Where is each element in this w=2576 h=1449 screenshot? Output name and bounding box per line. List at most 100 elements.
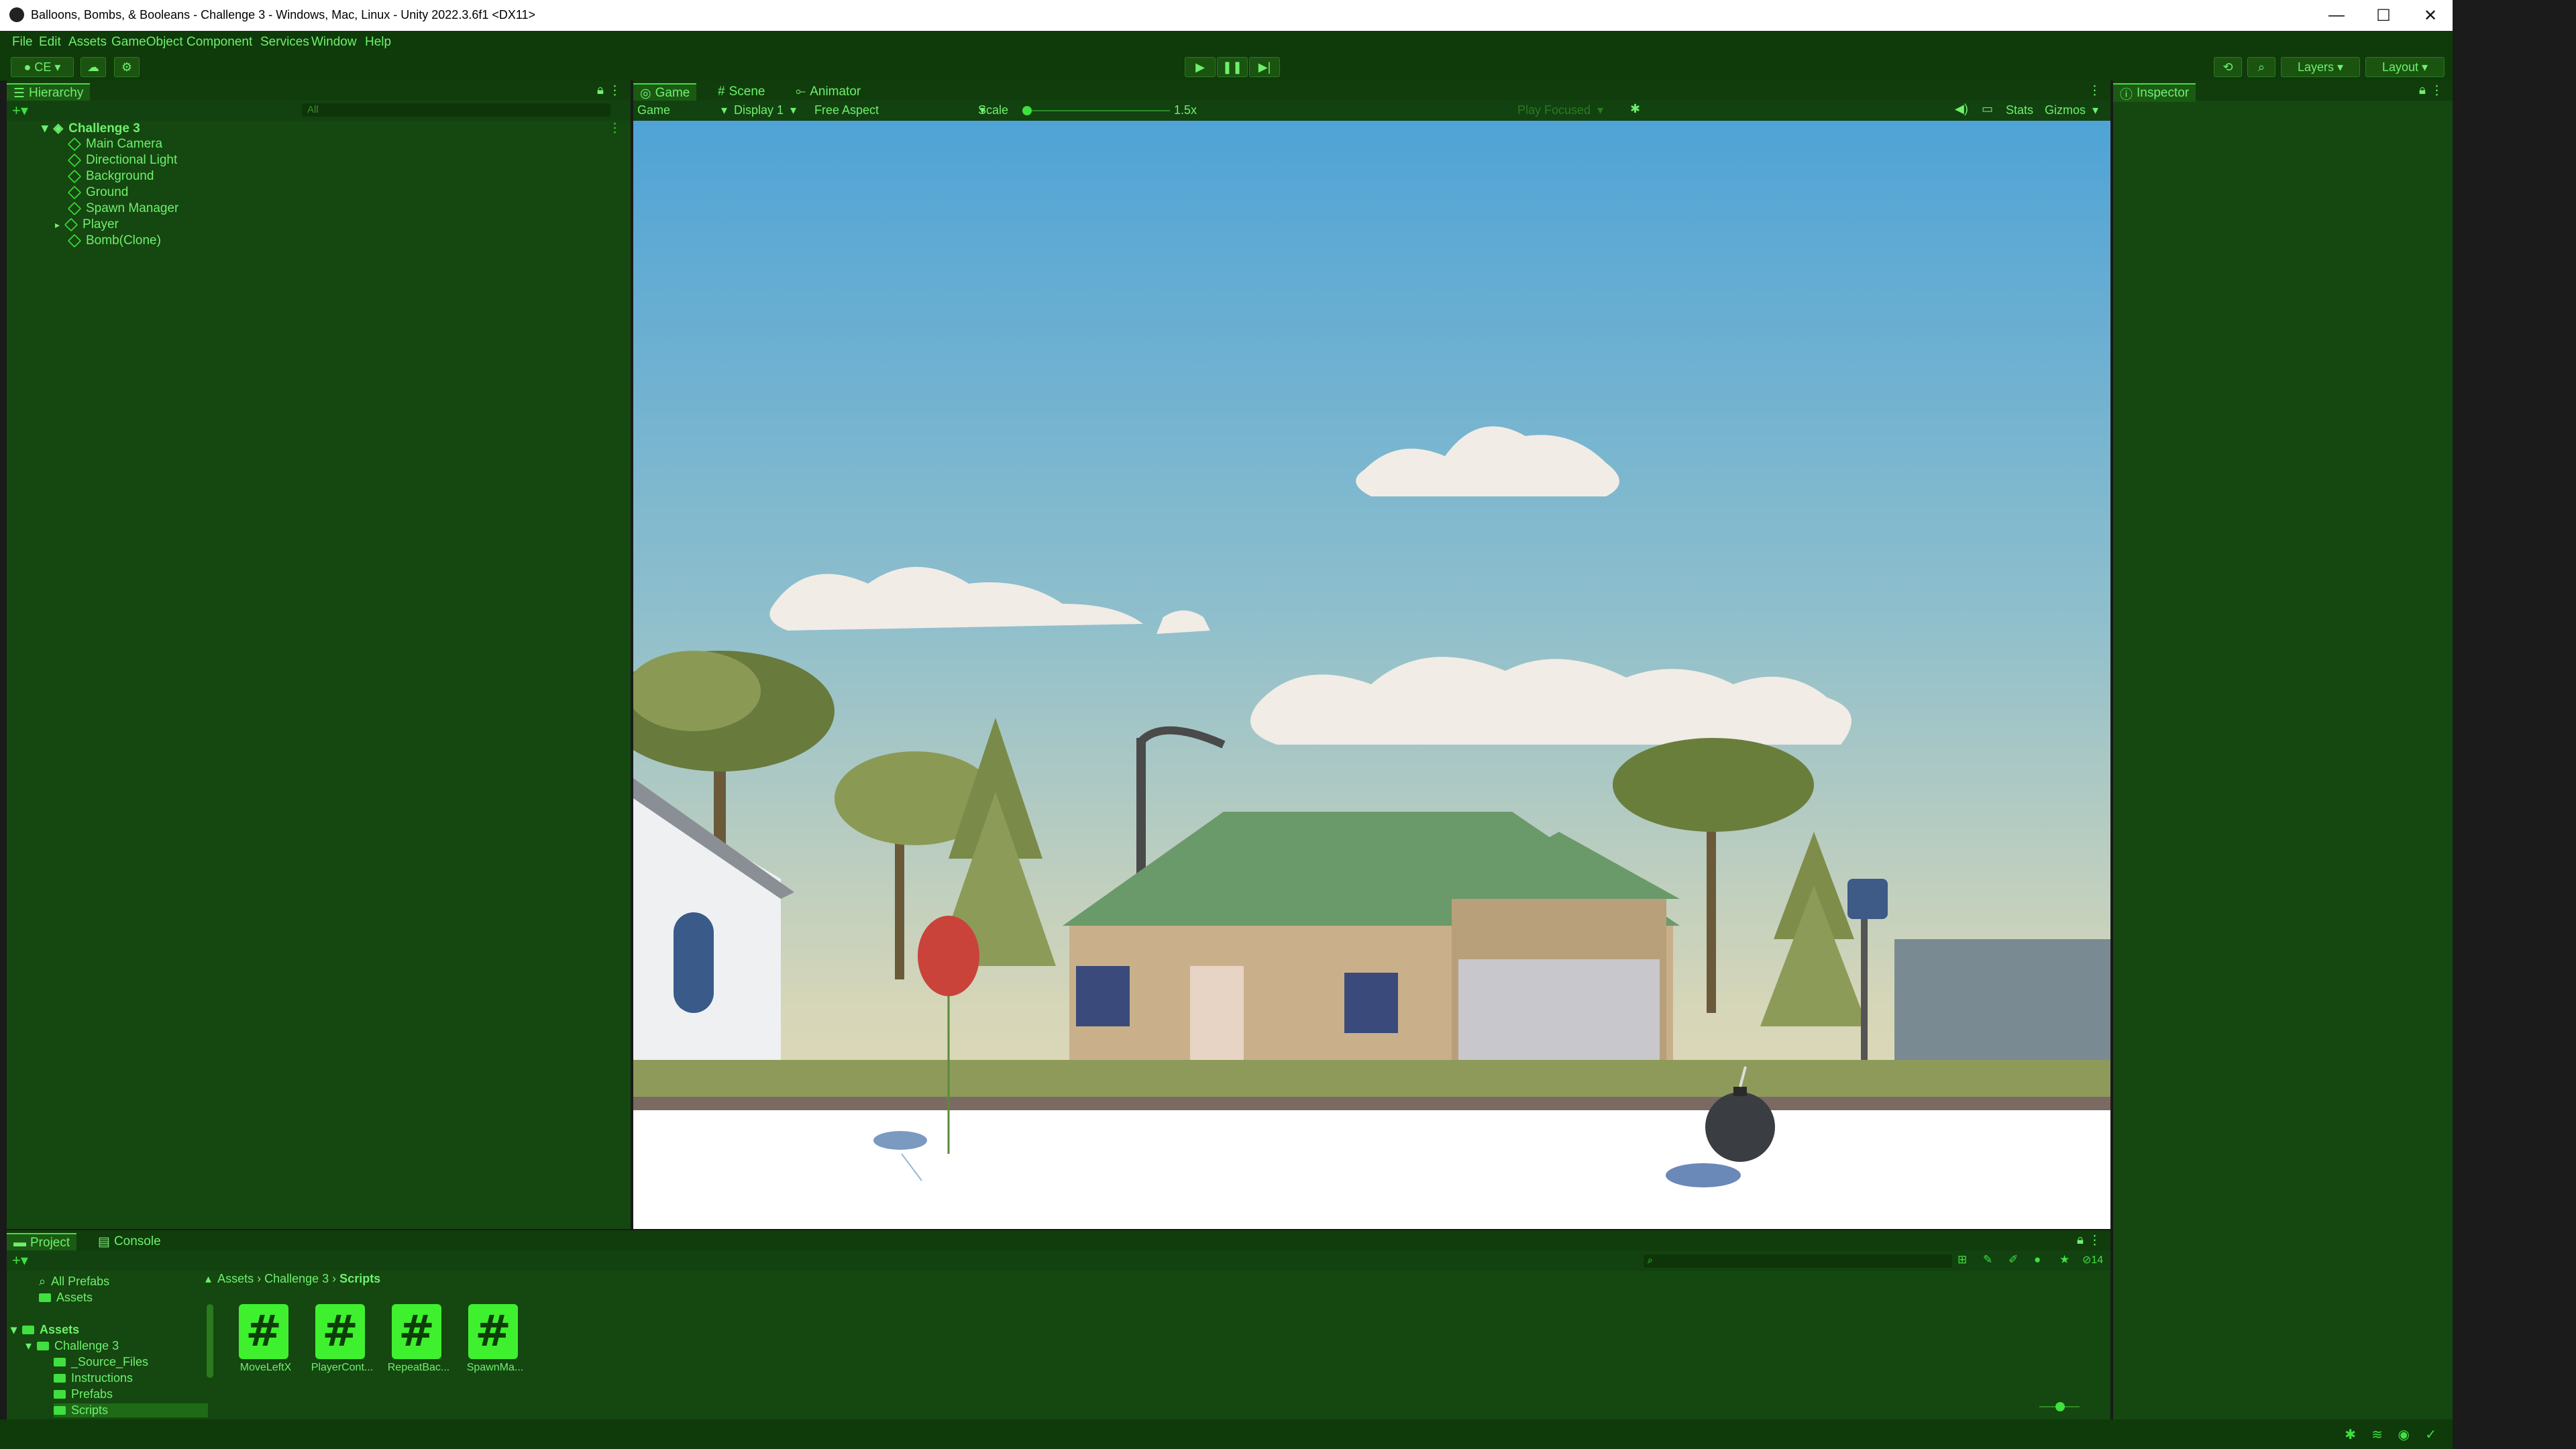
- progress-icon[interactable]: ≋: [2371, 1426, 2383, 1443]
- tree-prefabs[interactable]: Prefabs: [54, 1387, 113, 1401]
- check-icon[interactable]: ✓: [2425, 1426, 2436, 1443]
- aspect-dropdown[interactable]: Free Aspect ▾: [814, 103, 985, 117]
- scale-slider-handle[interactable]: [1022, 106, 1032, 115]
- hidden-count[interactable]: ⊘14: [2082, 1253, 2103, 1267]
- close-button[interactable]: ✕: [2407, 3, 2454, 28]
- stats-layout-icon[interactable]: ▭: [1982, 102, 1993, 116]
- folder-icon: ▬: [13, 1236, 26, 1250]
- tab-game[interactable]: ◎ Game: [633, 83, 697, 102]
- menu-services[interactable]: Services: [260, 35, 309, 50]
- tab-inspector[interactable]: ⓘ Inspector: [2113, 83, 2196, 102]
- menu-file[interactable]: File: [12, 35, 33, 50]
- display-dropdown[interactable]: Display 1 ▾: [734, 103, 796, 117]
- breadcrumb-scripts[interactable]: Scripts: [339, 1272, 380, 1285]
- hierarchy-item-bomb-clone[interactable]: Bomb(Clone): [67, 233, 161, 248]
- script-asset-repeatbackground[interactable]: # RepeatBac...: [388, 1304, 449, 1374]
- lock-icon[interactable]: 🔒︎: [2077, 1233, 2084, 1248]
- stats-button[interactable]: Stats: [2006, 103, 2033, 117]
- hierarchy-panel: ☰ Hierarchy 🔒︎ ⋮ +▾ All ▾ ◈ Challenge 3 Mai…: [7, 80, 631, 1229]
- add-button[interactable]: +▾: [12, 102, 28, 119]
- play-button[interactable]: ▶: [1185, 57, 1216, 77]
- kebab-menu-icon[interactable]: ⋮: [2088, 83, 2101, 99]
- project-search-input[interactable]: ⌕: [1644, 1254, 1952, 1268]
- collab-button[interactable]: ⚙: [114, 57, 140, 77]
- kebab-menu-icon[interactable]: ⋮: [2430, 83, 2443, 99]
- tree-source-files[interactable]: _Source_Files: [54, 1355, 148, 1369]
- hierarchy-item-spawn-manager[interactable]: Spawn Manager: [67, 201, 178, 216]
- cache-server-icon[interactable]: ◉: [2398, 1426, 2410, 1443]
- tree-instructions[interactable]: Instructions: [54, 1371, 133, 1385]
- kebab-menu-icon[interactable]: ⋮: [608, 83, 621, 99]
- console-icon: ▤: [98, 1234, 110, 1249]
- menu-edit[interactable]: Edit: [39, 35, 61, 50]
- tree-challenge-3[interactable]: ▾ Challenge 3: [25, 1339, 119, 1353]
- hierarchy-item-ground[interactable]: Ground: [67, 185, 128, 200]
- menu-assets[interactable]: Assets: [68, 35, 107, 50]
- account-button[interactable]: ● CE ▾: [11, 57, 74, 77]
- layers-dropdown[interactable]: Layers ▾: [2281, 57, 2360, 77]
- minimize-button[interactable]: —: [2313, 3, 2360, 28]
- filter-tag-icon[interactable]: ✐: [2008, 1253, 2018, 1267]
- menu-window[interactable]: Window: [311, 35, 357, 50]
- script-label: RepeatBac...: [387, 1362, 450, 1373]
- menu-component[interactable]: Component: [186, 35, 252, 50]
- breadcrumb-challenge-3[interactable]: Challenge 3: [264, 1272, 329, 1285]
- play-focused-dropdown[interactable]: Play Focused ▾: [1517, 103, 1603, 117]
- hierarchy-item-main-camera[interactable]: Main Camera: [67, 137, 162, 152]
- gizmos-dropdown[interactable]: Gizmos ▾: [2045, 103, 2098, 117]
- favorite-all-prefabs[interactable]: ⌕ All Prefabs: [39, 1275, 109, 1289]
- hierarchy-search-input[interactable]: All: [302, 103, 610, 117]
- breadcrumb-assets[interactable]: Assets: [217, 1272, 254, 1285]
- scene-label: Challenge 3: [68, 121, 140, 136]
- cloud-button[interactable]: ☁: [80, 57, 106, 77]
- search-button[interactable]: ⌕: [2247, 57, 2275, 77]
- pause-button[interactable]: ❚❚: [1217, 57, 1248, 77]
- folder-open-icon: [22, 1326, 35, 1334]
- tab-animator[interactable]: ⟜ Animator: [796, 83, 861, 101]
- scene-menu-icon[interactable]: ⋮: [608, 121, 621, 136]
- tab-scene[interactable]: # Scene: [718, 83, 765, 101]
- menu-help[interactable]: Help: [365, 35, 391, 50]
- layout-dropdown[interactable]: Layout ▾: [2365, 57, 2445, 77]
- hierarchy-search-bar: +▾ All: [7, 101, 631, 121]
- kebab-menu-icon[interactable]: ⋮: [2088, 1233, 2101, 1248]
- hierarchy-header: ☰ Hierarchy 🔒︎ ⋮: [7, 80, 631, 102]
- step-button[interactable]: ▶|: [1249, 57, 1280, 77]
- game-viewport[interactable]: [633, 121, 2110, 1229]
- scale-slider[interactable]: [1022, 106, 1170, 115]
- filter-label-icon[interactable]: ✎: [1983, 1253, 1992, 1267]
- audio-icon[interactable]: ◀): [1955, 102, 1968, 116]
- gameobject-icon: [64, 217, 78, 232]
- script-asset-moveleftx[interactable]: # MoveLeftX: [239, 1304, 292, 1374]
- add-asset-button[interactable]: +▾: [12, 1252, 28, 1269]
- icon-size-slider-handle[interactable]: [2055, 1402, 2065, 1411]
- tab-hierarchy[interactable]: ☰ Hierarchy: [7, 83, 91, 102]
- scene-root-challenge-3[interactable]: ▾ ◈ Challenge 3: [42, 121, 140, 136]
- favorite-star-icon[interactable]: ★: [2059, 1253, 2070, 1267]
- script-asset-spawnmanager[interactable]: # SpawnMa...: [467, 1304, 523, 1374]
- menu-gameobject[interactable]: GameObject: [111, 35, 183, 50]
- favorite-assets[interactable]: Assets: [39, 1291, 93, 1305]
- debug-icon[interactable]: ✱: [2345, 1426, 2356, 1443]
- tree-scripts[interactable]: Scripts: [54, 1403, 208, 1417]
- game-mode-dropdown[interactable]: Game ▾: [637, 103, 727, 117]
- hierarchy-item-player[interactable]: ▸ Player: [55, 217, 119, 232]
- filter-type-icon[interactable]: ⊞: [1957, 1253, 1967, 1267]
- display-label: Display 1: [734, 103, 784, 117]
- hierarchy-item-directional-light[interactable]: Directional Light: [67, 153, 177, 168]
- maximize-button[interactable]: ☐: [2360, 3, 2407, 28]
- lock-icon[interactable]: 🔒︎: [597, 83, 604, 98]
- history-button[interactable]: ⟲: [2214, 57, 2242, 77]
- lock-icon[interactable]: 🔒︎: [2419, 83, 2426, 98]
- icon-size-slider[interactable]: [2039, 1402, 2080, 1411]
- tab-console[interactable]: ▤ Console: [98, 1233, 161, 1250]
- tree-scrollbar[interactable]: [207, 1304, 213, 1378]
- hierarchy-item-background[interactable]: Background: [67, 169, 154, 184]
- script-asset-playercontroller[interactable]: # PlayerCont...: [311, 1304, 373, 1374]
- bus-stop-sign: [1847, 879, 1888, 919]
- gear-icon: ⚙: [121, 60, 133, 74]
- bug-icon[interactable]: ✱: [1630, 102, 1640, 116]
- tab-project[interactable]: ▬ Project: [7, 1233, 77, 1252]
- tree-assets[interactable]: ▾ Assets: [11, 1323, 79, 1337]
- info-filter-icon[interactable]: ●: [2034, 1253, 2041, 1267]
